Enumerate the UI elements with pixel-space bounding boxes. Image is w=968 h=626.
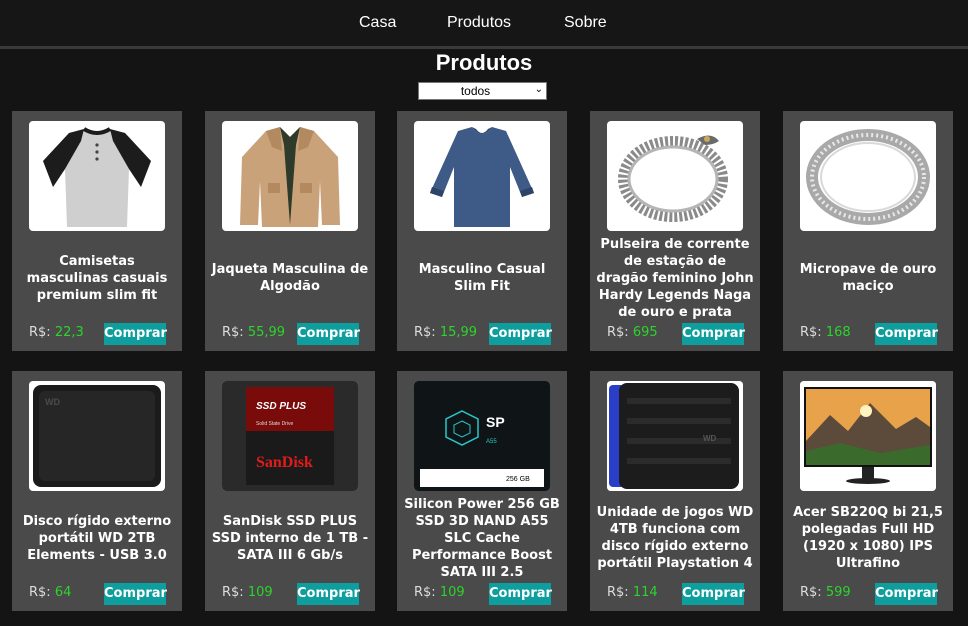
wd-logo: WD bbox=[45, 397, 60, 407]
product-price: R$: 22,3 bbox=[29, 325, 84, 340]
page-title: Produtos bbox=[435, 50, 533, 75]
product-price: R$: 64 bbox=[29, 585, 72, 600]
product-price: R$: 55,99 bbox=[222, 325, 286, 340]
buy-button[interactable]: Comprar bbox=[682, 323, 745, 345]
slim-shirt-image[interactable] bbox=[414, 121, 550, 231]
product-card: Jaqueta Masculina de Algodão R$: 55,99 C… bbox=[205, 111, 375, 351]
nav-home-link[interactable]: Casa bbox=[359, 14, 396, 32]
top-nav: Casa Produtos Sobre bbox=[0, 0, 968, 49]
sp-ssd-image[interactable]: SP A55 256 GB bbox=[414, 381, 550, 491]
buy-button[interactable]: Comprar bbox=[104, 323, 167, 345]
product-price: R$: 114 bbox=[607, 585, 658, 600]
wd-gaming-drive-image[interactable]: WD bbox=[607, 381, 743, 491]
product-name: Silicon Power 256 GB SSD 3D NAND A55 SLC… bbox=[404, 496, 560, 580]
buy-button[interactable]: Comprar bbox=[875, 323, 938, 345]
product-price: R$: 15,99 bbox=[414, 325, 478, 340]
acer-monitor-image[interactable] bbox=[800, 381, 936, 491]
sp-logo: SP bbox=[486, 414, 505, 430]
product-card: Micropave de ouro maciço R$: 168 Comprar bbox=[783, 111, 953, 351]
nav-about-link[interactable]: Sobre bbox=[564, 14, 607, 32]
category-filter-value: todos bbox=[460, 84, 491, 98]
sp-model-label: A55 bbox=[486, 439, 497, 445]
product-card: WD Unidade de jogos WD 4TB funciona com … bbox=[590, 371, 760, 611]
product-name: Masculino Casual Slim Fit bbox=[418, 262, 546, 294]
wd-drive-image[interactable]: WD bbox=[29, 381, 165, 491]
silver-ring-image[interactable] bbox=[800, 121, 936, 231]
product-name: Jaqueta Masculina de Algodão bbox=[211, 262, 369, 294]
dragon-bracelet-image[interactable] bbox=[607, 121, 743, 231]
buy-button[interactable]: Comprar bbox=[875, 583, 938, 605]
product-card: Camisetas masculinas casuais premium sli… bbox=[12, 111, 182, 351]
product-card: Acer SB220Q bi 21,5 polegadas Full HD (1… bbox=[783, 371, 953, 611]
product-price: R$: 599 bbox=[800, 585, 851, 600]
product-card: SP A55 256 GB Silicon Power 256 GB SSD 3… bbox=[397, 371, 567, 611]
product-price: R$: 168 bbox=[800, 325, 851, 340]
product-card: Pulseira de corrente de estação de dragã… bbox=[590, 111, 760, 351]
sandisk-ssd-image[interactable]: SSD PLUS Solid State Drive SanDisk bbox=[222, 381, 358, 491]
product-price: R$: 109 bbox=[414, 585, 465, 600]
buy-button[interactable]: Comprar bbox=[104, 583, 167, 605]
product-card: SSD PLUS Solid State Drive SanDisk SanDi… bbox=[205, 371, 375, 611]
product-price: R$: 109 bbox=[222, 585, 273, 600]
product-name: Camisetas masculinas casuais premium sli… bbox=[26, 253, 168, 303]
buy-button[interactable]: Comprar bbox=[489, 323, 552, 345]
buy-button[interactable]: Comprar bbox=[297, 583, 360, 605]
product-name: Pulseira de corrente de estação de dragã… bbox=[596, 236, 754, 320]
sp-capacity-label: 256 GB bbox=[506, 476, 530, 483]
product-name: Acer SB220Q bi 21,5 polegadas Full HD (1… bbox=[793, 505, 943, 571]
product-name: Micropave de ouro maciço bbox=[799, 262, 937, 294]
nav-products-link[interactable]: Produtos bbox=[447, 14, 511, 32]
buy-button[interactable]: Comprar bbox=[682, 583, 745, 605]
raglan-shirt-image[interactable] bbox=[29, 121, 165, 231]
product-card: WD Disco rígido externo portátil WD 2TB … bbox=[12, 371, 182, 611]
cotton-jacket-image[interactable] bbox=[222, 121, 358, 231]
sandisk-logo: SanDisk bbox=[256, 454, 313, 471]
ssd-type-label: Solid State Drive bbox=[256, 421, 293, 427]
category-filter-select[interactable]: todos ⌄ bbox=[418, 82, 547, 100]
product-name: Disco rígido externo portátil WD 2TB Ele… bbox=[22, 513, 172, 563]
buy-button[interactable]: Comprar bbox=[297, 323, 360, 345]
buy-button[interactable]: Comprar bbox=[489, 583, 552, 605]
product-name: SanDisk SSD PLUS SSD interno de 1 TB - S… bbox=[211, 513, 369, 563]
product-name: Unidade de jogos WD 4TB funciona com dis… bbox=[596, 505, 754, 571]
ssd-plus-label: SSD PLUS bbox=[256, 401, 306, 412]
product-card: Masculino Casual Slim Fit R$: 15,99 Comp… bbox=[397, 111, 567, 351]
product-price: R$: 695 bbox=[607, 325, 658, 340]
chevron-down-icon: ⌄ bbox=[534, 84, 543, 95]
wd-gaming-logo: WD bbox=[703, 434, 717, 443]
